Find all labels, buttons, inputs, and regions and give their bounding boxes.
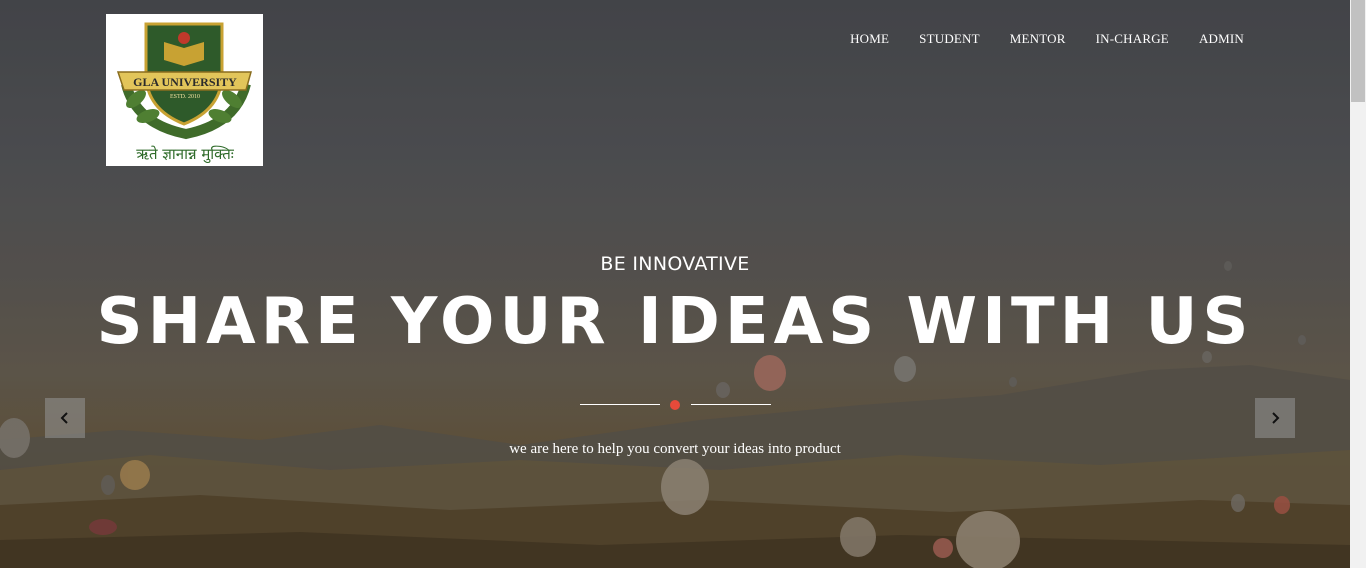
nav-student[interactable]: STUDENT bbox=[919, 31, 980, 47]
main-nav: HOME STUDENT MENTOR IN-CHARGE ADMIN bbox=[820, 31, 1244, 47]
nav-mentor[interactable]: MENTOR bbox=[1010, 31, 1066, 47]
divider-line-left bbox=[580, 404, 660, 405]
logo-motto-text: ऋते ज्ञानान्न मुक्तिः bbox=[136, 145, 235, 164]
hero-headline: SHARE YOUR IDEAS WITH US bbox=[96, 285, 1254, 359]
hero-slider: GLA UNIVERSITY ESTD. 2010 ऋते ज्ञानान्न … bbox=[0, 0, 1350, 568]
university-logo[interactable]: GLA UNIVERSITY ESTD. 2010 ऋते ज्ञानान्न … bbox=[106, 14, 263, 166]
hero-kicker: BE INNOVATIVE bbox=[600, 253, 750, 275]
nav-home[interactable]: HOME bbox=[850, 31, 889, 47]
nav-admin[interactable]: ADMIN bbox=[1199, 31, 1244, 47]
logo-name-text: GLA UNIVERSITY bbox=[133, 75, 237, 89]
nav-in-charge[interactable]: IN-CHARGE bbox=[1096, 31, 1169, 47]
scrollbar-thumb[interactable] bbox=[1351, 0, 1365, 102]
hero-divider bbox=[580, 398, 771, 412]
logo-estd-text: ESTD. 2010 bbox=[170, 94, 200, 100]
page-scrollbar[interactable] bbox=[1350, 0, 1366, 568]
carousel-prev-button[interactable] bbox=[45, 398, 85, 438]
carousel-next-button[interactable] bbox=[1255, 398, 1295, 438]
divider-line-right bbox=[691, 404, 771, 405]
divider-dot bbox=[670, 400, 680, 410]
chevron-right-icon bbox=[1272, 412, 1280, 424]
hero-tagline: we are here to help you convert your ide… bbox=[509, 441, 841, 457]
chevron-left-icon bbox=[60, 412, 68, 424]
